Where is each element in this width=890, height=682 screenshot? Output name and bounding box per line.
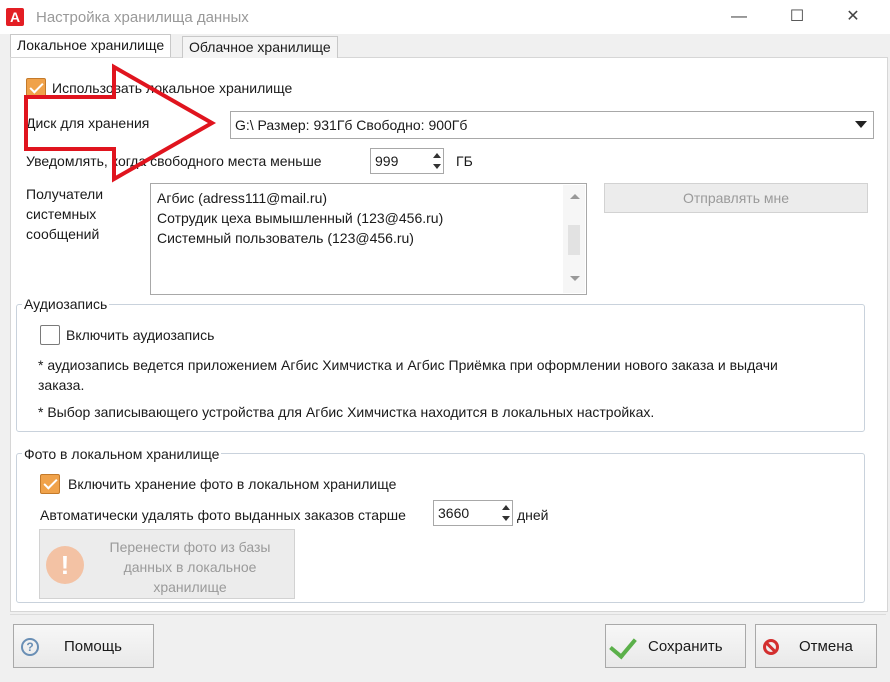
tab-local-storage[interactable]: Локальное хранилище <box>10 34 172 57</box>
arrow-annotation <box>24 63 217 183</box>
